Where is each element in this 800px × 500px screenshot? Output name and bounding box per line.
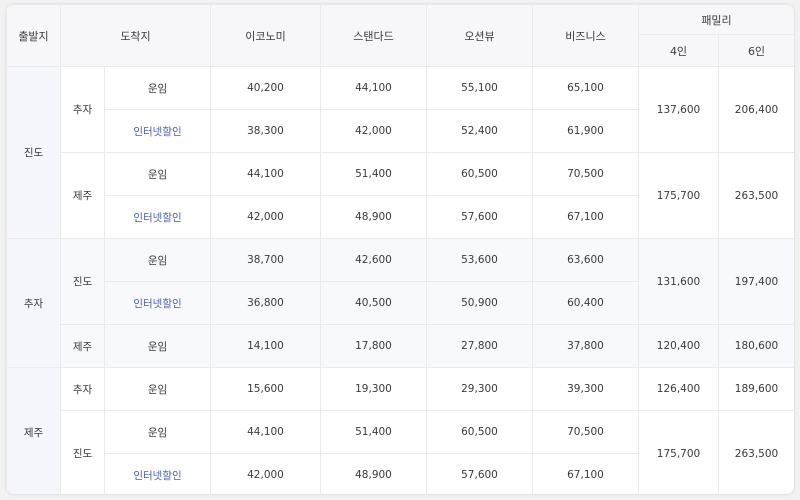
standard-price: 51,400 <box>320 152 427 196</box>
oceanview-price: 27,800 <box>426 324 533 368</box>
oceanview-price: 29,300 <box>426 367 533 411</box>
fare-type-regular: 운임 <box>104 367 211 411</box>
fare-type-regular: 운임 <box>104 324 211 368</box>
table-row: 진도 추자 운임 40,200 44,100 55,100 65,100 137,600 206… <box>6 66 794 239</box>
standard-price: 42,000 <box>320 109 427 153</box>
family-6-price: 263,500 <box>718 152 794 239</box>
fare-type-regular: 운임 <box>104 66 211 110</box>
oceanview-price: 52,400 <box>426 109 533 153</box>
fare-type-regular: 운임 <box>104 152 211 196</box>
economy-price: 36,800 <box>210 281 321 325</box>
family-6-price: 263,500 <box>718 410 794 494</box>
origin-cell: 추자 <box>6 238 61 368</box>
business-price: 39,300 <box>532 367 639 411</box>
destination-cell: 추자 <box>60 367 105 411</box>
fare-type-discount: 인터넷할인 <box>104 453 211 494</box>
standard-price: 40,500 <box>320 281 427 325</box>
oceanview-price: 60,500 <box>426 410 533 454</box>
destination-cell: 추자 <box>60 66 105 153</box>
oceanview-price: 50,900 <box>426 281 533 325</box>
fare-table: 출발지 도착지 이코노미 스탠다드 오션뷰 비즈니스 패밀리 4인 6인 진도 추… <box>6 4 794 494</box>
economy-price: 15,600 <box>210 367 321 411</box>
header-destination: 도착지 <box>60 4 211 67</box>
header-family-6: 6인 <box>718 34 794 67</box>
business-price: 37,800 <box>532 324 639 368</box>
fare-table-panel: 출발지 도착지 이코노미 스탠다드 오션뷰 비즈니스 패밀리 4인 6인 진도 추… <box>6 4 794 494</box>
oceanview-price: 55,100 <box>426 66 533 110</box>
economy-price: 40,200 <box>210 66 321 110</box>
standard-price: 19,300 <box>320 367 427 411</box>
family-4-price: 126,400 <box>638 367 719 411</box>
economy-price: 44,100 <box>210 410 321 454</box>
header-family: 패밀리 <box>638 4 794 35</box>
family-6-price: 197,400 <box>718 238 794 325</box>
family-4-price: 137,600 <box>638 66 719 153</box>
standard-price: 17,800 <box>320 324 427 368</box>
destination-cell: 진도 <box>60 238 105 325</box>
family-6-price: 206,400 <box>718 66 794 153</box>
oceanview-price: 53,600 <box>426 238 533 282</box>
economy-price: 38,700 <box>210 238 321 282</box>
origin-cell: 제주 <box>6 367 61 494</box>
business-price: 67,100 <box>532 453 639 494</box>
economy-price: 14,100 <box>210 324 321 368</box>
destination-cell: 제주 <box>60 152 105 239</box>
destination-cell: 진도 <box>60 410 105 494</box>
oceanview-price: 57,600 <box>426 453 533 494</box>
header-economy: 이코노미 <box>210 4 321 67</box>
standard-price: 48,900 <box>320 195 427 239</box>
family-4-price: 175,700 <box>638 152 719 239</box>
oceanview-price: 60,500 <box>426 152 533 196</box>
table-row: 제주 운임 44,100 51,400 60,500 70,500 175,700 263,5… <box>7 152 794 239</box>
table-body: 진도 추자 운임 40,200 44,100 55,100 65,100 137,600 206… <box>6 66 794 494</box>
standard-price: 42,600 <box>320 238 427 282</box>
business-price: 70,500 <box>532 410 639 454</box>
fare-type-regular: 운임 <box>104 410 211 454</box>
standard-price: 48,900 <box>320 453 427 494</box>
business-price: 67,100 <box>532 195 639 239</box>
header-business: 비즈니스 <box>532 4 639 67</box>
family-4-price: 175,700 <box>638 410 719 494</box>
business-price: 63,600 <box>532 238 639 282</box>
business-price: 60,400 <box>532 281 639 325</box>
fare-type-regular: 운임 <box>104 238 211 282</box>
table-row: 진도 운임 44,100 51,400 60,500 70,500 175,700 263,5… <box>7 410 794 494</box>
economy-price: 42,000 <box>210 453 321 494</box>
economy-price: 42,000 <box>210 195 321 239</box>
header-origin: 출발지 <box>6 4 61 67</box>
family-4-price: 131,600 <box>638 238 719 325</box>
economy-price: 38,300 <box>210 109 321 153</box>
table-header: 출발지 도착지 이코노미 스탠다드 오션뷰 비즈니스 패밀리 4인 6인 <box>6 4 794 67</box>
table-row: 제주 운임 14,100 17,800 27,800 37,800 120,400 180,6… <box>7 324 794 368</box>
oceanview-price: 57,600 <box>426 195 533 239</box>
economy-price: 44,100 <box>210 152 321 196</box>
fare-type-discount: 인터넷할인 <box>104 281 211 325</box>
destination-cell: 제주 <box>60 324 105 368</box>
header-family-4: 4인 <box>638 34 719 67</box>
table-row: 제주 추자 운임 15,600 19,300 29,300 39,300 126,400 189… <box>6 367 794 494</box>
header-oceanview: 오션뷰 <box>426 4 533 67</box>
header-standard: 스탠다드 <box>320 4 427 67</box>
standard-price: 44,100 <box>320 66 427 110</box>
origin-cell: 진도 <box>6 66 61 239</box>
family-6-price: 180,600 <box>718 324 794 368</box>
fare-type-discount: 인터넷할인 <box>104 195 211 239</box>
standard-price: 51,400 <box>320 410 427 454</box>
business-price: 61,900 <box>532 109 639 153</box>
fare-type-discount: 인터넷할인 <box>104 109 211 153</box>
business-price: 65,100 <box>532 66 639 110</box>
family-4-price: 120,400 <box>638 324 719 368</box>
family-6-price: 189,600 <box>718 367 794 411</box>
business-price: 70,500 <box>532 152 639 196</box>
table-row: 추자 진도 운임 38,700 42,600 53,600 63,600 131,600 197… <box>6 238 794 368</box>
